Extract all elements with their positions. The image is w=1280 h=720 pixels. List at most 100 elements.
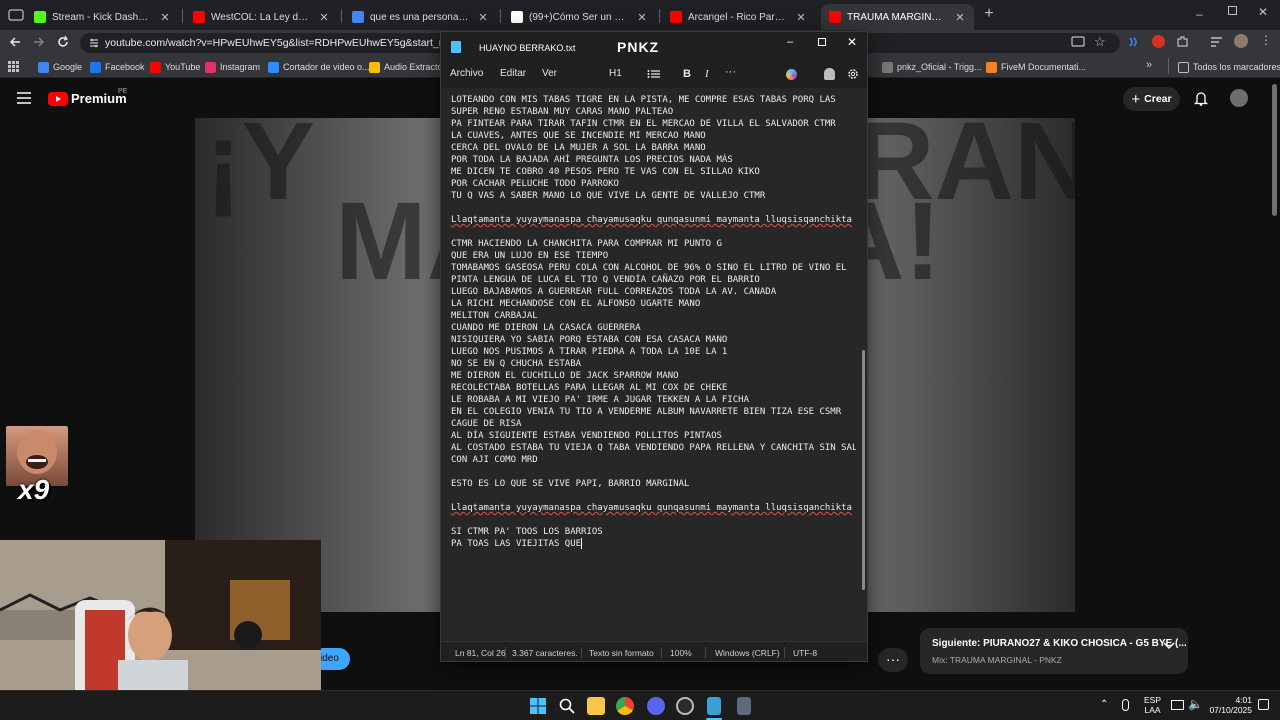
- chevron-down-icon[interactable]: [1163, 642, 1175, 650]
- text-line: ME DICEN TE COBRO 40 PESOS PERO TE VAS C…: [451, 167, 760, 177]
- tab-close-icon[interactable]: ✕: [795, 11, 807, 24]
- reading-list-icon[interactable]: [1210, 36, 1223, 48]
- menu-archivo[interactable]: Archivo: [450, 68, 483, 79]
- text-line: LOTEANDO CON MIS TABAS TIGRE EN LA PISTA…: [451, 95, 836, 105]
- tab-close-icon[interactable]: ✕: [318, 11, 330, 24]
- bookmark-favicon-icon: [882, 61, 893, 73]
- hamburger-menu-icon[interactable]: [17, 92, 31, 104]
- maximize-window-button[interactable]: [1228, 6, 1237, 15]
- page-scrollbar[interactable]: [1272, 84, 1277, 216]
- apps-grid-icon[interactable]: [8, 61, 19, 72]
- notepad-maximize-button[interactable]: [818, 38, 826, 46]
- menu-ver[interactable]: Ver: [542, 68, 557, 79]
- tab-close-icon[interactable]: ✕: [477, 11, 489, 24]
- notepad-titlebar: HUAYNO BERRAKO.txt PNKZ – ✕: [441, 32, 867, 62]
- tab-close-icon[interactable]: ✕: [954, 11, 966, 24]
- file-explorer-icon[interactable]: [587, 697, 605, 715]
- notepad-scrollbar[interactable]: [862, 350, 865, 590]
- text-line: NO SE EN Q CHUCHA ESTABA: [451, 359, 582, 369]
- notepad-minimize-button[interactable]: –: [787, 36, 793, 48]
- browser-tab[interactable]: WestCOL: La Ley de Atracción e ✕: [185, 4, 338, 30]
- tab-favicon-icon: [34, 11, 46, 23]
- bookmark-item[interactable]: FiveM Documentati...: [986, 59, 1086, 75]
- bookmark-item[interactable]: Audio Extractor: [369, 59, 446, 75]
- profile-avatar[interactable]: [1234, 34, 1248, 48]
- youtube-logo-icon[interactable]: [48, 92, 68, 106]
- back-icon[interactable]: [8, 35, 22, 49]
- bookmark-item[interactable]: Cortador de video o...: [268, 59, 370, 75]
- discord-icon[interactable]: [647, 697, 665, 715]
- bookmark-item[interactable]: YouTube: [150, 59, 200, 75]
- text-line: Llaqtamanta yuyaymanaspa chayamusaqku qu…: [451, 502, 856, 514]
- close-window-button[interactable]: ✕: [1258, 5, 1268, 19]
- tab-search-icon[interactable]: [8, 8, 24, 22]
- notepad-window[interactable]: HUAYNO BERRAKO.txt PNKZ – ✕ Archivo Edit…: [440, 31, 868, 662]
- cast-icon[interactable]: [1071, 36, 1085, 48]
- bookmark-item[interactable]: Instagram: [205, 59, 260, 75]
- minimize-window-button[interactable]: –: [1196, 7, 1203, 21]
- bookmark-star-icon[interactable]: ☆: [1094, 34, 1106, 50]
- bookmark-label: FiveM Documentati...: [1001, 62, 1087, 72]
- volume-icon[interactable]: 🔈: [1188, 697, 1203, 711]
- bookmark-label: Cortador de video o...: [283, 62, 370, 72]
- up-next-card[interactable]: Siguiente: PIURANO27 & KIKO CHOSICA - G5…: [920, 628, 1188, 674]
- all-bookmarks-folder[interactable]: Todos los marcadores: [1178, 59, 1280, 75]
- notifications-icon[interactable]: [1258, 699, 1269, 710]
- microphone-icon[interactable]: [1122, 699, 1129, 711]
- notepad-taskbar-icon[interactable]: [707, 697, 721, 715]
- bookmark-item[interactable]: pnkz_Oficial - Trigg...: [882, 59, 982, 75]
- windows-start-icon[interactable]: [529, 697, 547, 715]
- tab-favicon-icon: [670, 11, 682, 23]
- clock[interactable]: 4:01 07/10/2025: [1204, 695, 1252, 715]
- settings-gear-icon[interactable]: [847, 68, 859, 80]
- text-line: RECOLECTABA BOTELLAS PARA LLEGAR AL MI C…: [451, 383, 728, 393]
- copilot-icon[interactable]: [786, 69, 797, 80]
- more-actions-button[interactable]: ···: [878, 648, 908, 672]
- more-bookmarks-chevron-icon[interactable]: »: [1146, 59, 1152, 71]
- browser-tab[interactable]: TRAUMA MARGINAL - PNK ✕: [821, 4, 974, 30]
- browser-tab[interactable]: que es una persona resilente - ✕: [344, 4, 497, 30]
- browser-tab[interactable]: Stream - Kick Dashboard ✕: [26, 4, 179, 30]
- network-icon[interactable]: [1171, 700, 1184, 710]
- show-hidden-icons-chevron[interactable]: ⌃: [1100, 699, 1108, 710]
- chrome-menu-icon[interactable]: ⋮: [1260, 33, 1272, 47]
- browser-tab[interactable]: (99+)Cómo Ser un Buen Capitá ✕: [503, 4, 656, 30]
- url-text[interactable]: youtube.com/watch?v=HPwEUhwEY5g&list=RDH…: [105, 37, 474, 49]
- new-tab-button[interactable]: +: [982, 6, 996, 22]
- reload-icon[interactable]: [56, 35, 70, 49]
- site-info-icon[interactable]: [88, 37, 100, 49]
- text-line: MELITON CARBAJAL: [451, 311, 538, 321]
- tab-close-icon[interactable]: ✕: [636, 11, 648, 24]
- account-person-icon[interactable]: [824, 68, 835, 80]
- notifications-bell-icon[interactable]: [1194, 91, 1208, 106]
- browser-tab[interactable]: Arcangel - Rico Para Siempre (✕: [662, 4, 815, 30]
- search-icon[interactable]: [558, 697, 576, 715]
- notepad-tab-filename[interactable]: HUAYNO BERRAKO.txt: [479, 43, 575, 53]
- notepad-close-button[interactable]: ✕: [847, 35, 857, 49]
- tab-close-icon[interactable]: ✕: [159, 11, 171, 24]
- clock-date: 07/10/2025: [1209, 705, 1252, 715]
- forward-icon[interactable]: [32, 35, 46, 49]
- text-line: POR TODA LA BAJADA AHÍ PREGUNTA LOS PREC…: [451, 155, 733, 165]
- italic-icon[interactable]: I: [705, 68, 709, 80]
- heading-format-dropdown[interactable]: H1: [609, 68, 622, 79]
- notepad-text-area[interactable]: LOTEANDO CON MIS TABAS TIGRE EN LA PISTA…: [451, 94, 856, 639]
- list-format-icon[interactable]: [647, 69, 661, 79]
- menu-editar[interactable]: Editar: [500, 68, 526, 79]
- tab-title: TRAUMA MARGINAL - PNK: [847, 11, 948, 23]
- extension-icon-2[interactable]: [1152, 35, 1165, 48]
- more-format-icon[interactable]: ···: [725, 66, 736, 78]
- bookmark-item[interactable]: Facebook: [90, 59, 145, 75]
- create-button[interactable]: + Crear: [1123, 87, 1180, 111]
- bold-icon[interactable]: B: [683, 68, 691, 80]
- extensions-puzzle-icon[interactable]: [1176, 35, 1189, 48]
- account-avatar[interactable]: [1230, 89, 1248, 107]
- obs-icon[interactable]: [676, 697, 694, 715]
- chrome-taskbar-icon[interactable]: [616, 697, 634, 715]
- language-indicator[interactable]: ESP LAA: [1144, 695, 1161, 715]
- folder-icon: [1178, 61, 1189, 73]
- extension-icon-1[interactable]: [1128, 36, 1140, 48]
- zoom-level[interactable]: 100%: [670, 648, 692, 658]
- calculator-icon[interactable]: [737, 697, 751, 715]
- bookmark-item[interactable]: Google: [38, 59, 82, 75]
